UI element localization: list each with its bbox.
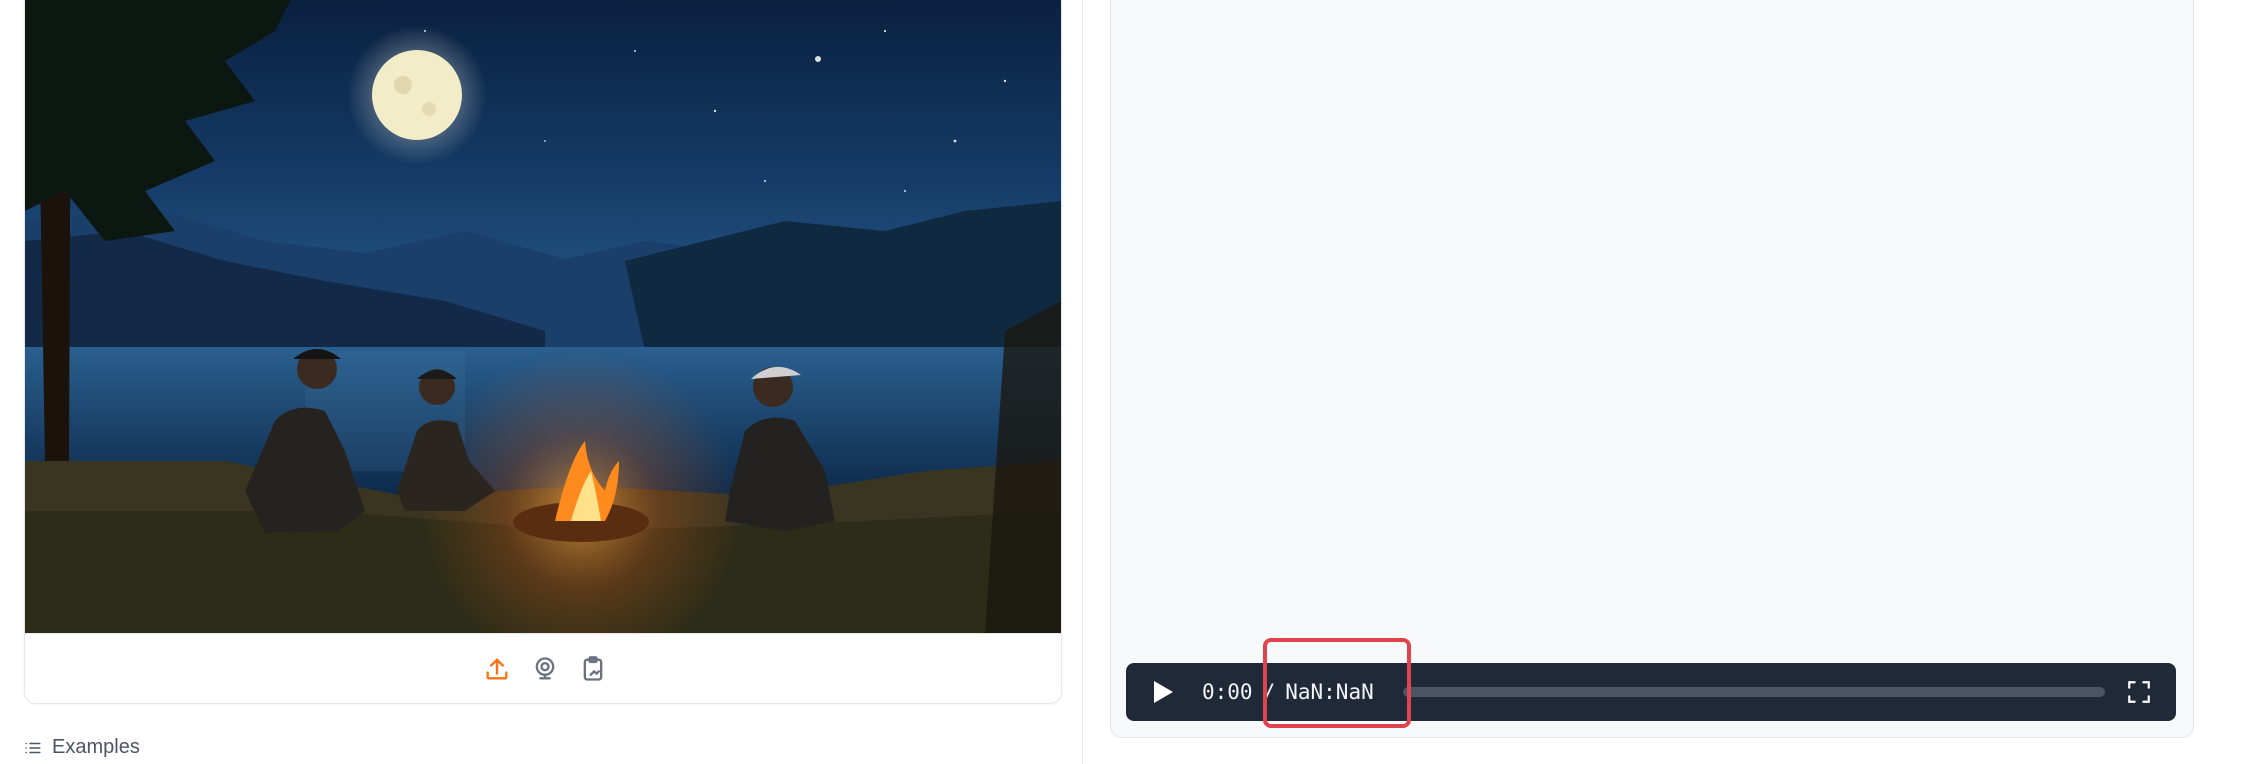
examples-label: Examples — [52, 736, 140, 758]
clipboard-button[interactable] — [576, 652, 610, 686]
duration: NaN:NaN — [1285, 680, 1374, 704]
examples-header[interactable]: Examples — [24, 736, 140, 759]
play-icon — [1154, 681, 1173, 703]
column-divider — [1082, 0, 1083, 764]
clipboard-icon — [583, 656, 603, 681]
fullscreen-icon — [2128, 681, 2150, 703]
list-icon — [25, 742, 41, 753]
image-input-column: Examples — [0, 0, 1082, 764]
image-source-bar — [25, 633, 1061, 703]
time-separator: / — [1262, 680, 1276, 704]
video-controls: 0:00 / NaN:NaN — [1126, 663, 2176, 721]
fullscreen-button[interactable] — [2124, 677, 2154, 707]
webcam-icon — [535, 657, 555, 680]
video-output-panel: 0:00 / NaN:NaN — [1110, 0, 2194, 738]
upload-icon — [486, 658, 508, 680]
play-button[interactable] — [1148, 677, 1178, 707]
webcam-button[interactable] — [528, 652, 562, 686]
progress-bar[interactable] — [1403, 687, 2105, 697]
time-display: 0:00 / NaN:NaN — [1202, 680, 1374, 704]
upload-button[interactable] — [480, 652, 514, 686]
campfire-lake-night-image — [25, 0, 1061, 633]
current-time: 0:00 — [1202, 680, 1253, 704]
image-input-panel — [24, 0, 1062, 704]
